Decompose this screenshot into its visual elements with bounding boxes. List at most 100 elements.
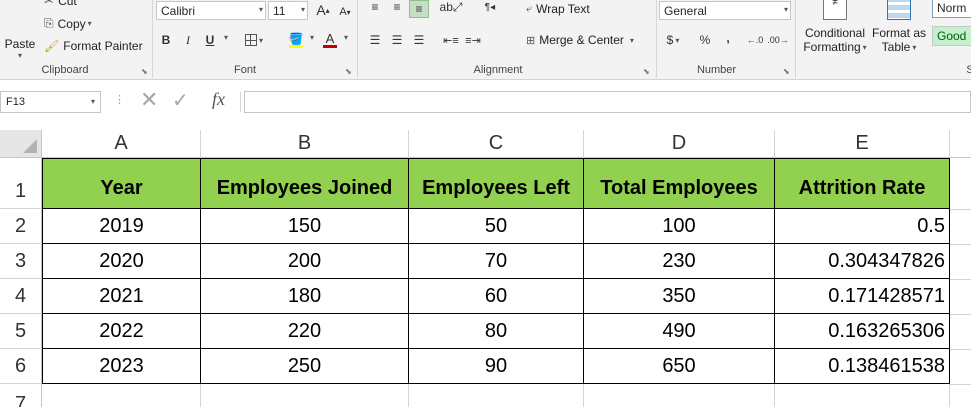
table-cell[interactable]: 2019 <box>43 209 201 244</box>
font-color-dropdown[interactable]: ▾ <box>342 33 348 42</box>
chevron-down-icon: ▾ <box>258 35 263 45</box>
table-cell[interactable]: 0.163265306 <box>775 314 950 349</box>
conditional-formatting-button[interactable]: ≠ Conditional Formatting ▾ <box>800 0 870 62</box>
table-cell[interactable]: 490 <box>584 314 775 349</box>
underline-dropdown[interactable]: ▾ <box>222 33 228 42</box>
paste-button[interactable]: Paste ▾ <box>4 4 36 60</box>
header-cell-employees-joined[interactable]: Employees Joined <box>201 159 409 209</box>
header-cell-attrition-rate[interactable]: Attrition Rate <box>775 159 950 209</box>
fill-color-dropdown[interactable]: ▾ <box>308 33 314 42</box>
name-box[interactable]: F13 ▾ <box>0 91 101 113</box>
grow-font-button[interactable]: A ▴ <box>313 1 333 19</box>
table-cell[interactable]: 50 <box>409 209 584 244</box>
good-style-cell[interactable]: Good <box>932 26 971 46</box>
shrink-font-label: A <box>339 6 347 18</box>
column-header-b[interactable]: B <box>201 130 409 158</box>
format-as-table-button[interactable]: Format as Table ▾ <box>870 0 928 62</box>
align-left-button[interactable]: ☰ <box>365 31 385 49</box>
column-header-f[interactable] <box>950 130 971 158</box>
table-cell[interactable]: 150 <box>201 209 409 244</box>
italic-button[interactable]: I <box>178 31 198 49</box>
table-cell[interactable]: 230 <box>584 244 775 279</box>
normal-style-cell[interactable]: Norm <box>932 0 971 18</box>
enter-icon[interactable]: ✓ <box>172 88 189 113</box>
insert-function-button[interactable]: fx <box>212 89 225 110</box>
row-header-7[interactable]: 7 <box>0 384 42 407</box>
dialog-launcher-icon[interactable]: ⬊ <box>783 67 790 76</box>
orientation-button[interactable]: ab⤢ <box>440 0 463 16</box>
column-header-e[interactable]: E <box>775 130 950 158</box>
table-cell[interactable]: 220 <box>201 314 409 349</box>
format-painter-button[interactable]: 🖌 Format Painter <box>44 39 143 53</box>
wrap-text-button[interactable]: ⤶ Wrap Text <box>526 2 590 16</box>
top-align-button[interactable]: ≡ <box>365 0 385 16</box>
row-header-3[interactable]: 3 <box>0 244 42 279</box>
copy-button[interactable]: ⎘ Copy ▾ <box>44 16 92 31</box>
normal-style-label: Norm <box>937 1 967 15</box>
underline-label: U <box>205 33 215 47</box>
bottom-align-button[interactable]: ≡ <box>409 0 429 18</box>
row-header-4[interactable]: 4 <box>0 279 42 314</box>
table-cell[interactable]: 200 <box>201 244 409 279</box>
table-cell[interactable]: 0.171428571 <box>775 279 950 314</box>
row-header-1[interactable]: 1 <box>0 158 42 209</box>
table-cell[interactable]: 2022 <box>43 314 201 349</box>
column-header-d[interactable]: D <box>584 130 775 158</box>
more-options-icon[interactable]: ⋮ <box>114 93 125 106</box>
table-cell[interactable]: 70 <box>409 244 584 279</box>
table-cell[interactable]: 2020 <box>43 244 201 279</box>
table-cell[interactable]: 250 <box>201 349 409 384</box>
table-cell[interactable]: 350 <box>584 279 775 314</box>
merge-center-button[interactable]: ⊞ Merge & Center ▾ <box>526 33 634 47</box>
align-right-button[interactable]: ☰ <box>409 31 429 49</box>
row-header-5[interactable]: 5 <box>0 314 42 349</box>
font-color-button[interactable]: A <box>320 31 340 49</box>
fill-color-button[interactable]: 🪣 <box>286 31 306 49</box>
comma-style-button[interactable]: , <box>718 29 738 47</box>
font-name-dropdown[interactable]: Calibri ▾ <box>156 1 266 20</box>
font-group-label: Font <box>233 64 256 76</box>
decrease-decimal-button[interactable]: .00→ <box>767 31 789 49</box>
cancel-icon[interactable]: ✕ <box>140 87 158 113</box>
underline-button[interactable]: U <box>200 31 220 49</box>
align-center-button[interactable]: ☰ <box>387 31 407 49</box>
header-cell-employees-left[interactable]: Employees Left <box>409 159 584 209</box>
formula-input[interactable] <box>244 91 971 113</box>
table-cell[interactable]: 80 <box>409 314 584 349</box>
column-header-c[interactable]: C <box>409 130 584 158</box>
table-cell[interactable]: 100 <box>584 209 775 244</box>
grow-font-label: A <box>316 2 326 18</box>
increase-decimal-button[interactable]: ←.0 <box>745 31 765 49</box>
header-cell-year[interactable]: Year <box>43 159 201 209</box>
table-cell[interactable]: 0.304347826 <box>775 244 950 279</box>
currency-button[interactable]: $ ▾ <box>663 31 683 49</box>
shrink-font-button[interactable]: A ▾ <box>335 3 355 21</box>
header-cell-total-employees[interactable]: Total Employees <box>584 159 775 209</box>
dialog-launcher-icon[interactable]: ⬊ <box>141 67 148 76</box>
decrease-indent-button[interactable]: ⇤≡ <box>441 31 461 49</box>
number-format-dropdown[interactable]: General ▾ <box>659 1 791 20</box>
increase-indent-button[interactable]: ≡⇥ <box>463 31 483 49</box>
column-header-a[interactable]: A <box>42 130 201 158</box>
font-size-dropdown[interactable]: 11 ▾ <box>268 1 308 20</box>
table-cell[interactable]: 60 <box>409 279 584 314</box>
text-direction-button[interactable]: ¶◂ <box>480 0 500 16</box>
dialog-launcher-icon[interactable]: ⬊ <box>643 67 650 76</box>
table-cell[interactable]: 2021 <box>43 279 201 314</box>
percent-button[interactable]: % <box>695 31 715 49</box>
bottom-align-icon: ≡ <box>415 2 423 16</box>
dialog-launcher-icon[interactable]: ⬊ <box>345 67 352 76</box>
table-cell[interactable]: 90 <box>409 349 584 384</box>
cut-button[interactable]: ✂ Cut <box>44 0 77 8</box>
row-header-6[interactable]: 6 <box>0 349 42 384</box>
table-cell[interactable]: 2023 <box>43 349 201 384</box>
table-cell[interactable]: 180 <box>201 279 409 314</box>
select-all-button[interactable] <box>0 130 42 158</box>
middle-align-button[interactable]: ≡ <box>387 0 407 16</box>
borders-button[interactable]: ▾ <box>244 31 264 49</box>
table-cell[interactable]: 0.5 <box>775 209 950 244</box>
table-cell[interactable]: 0.138461538 <box>775 349 950 384</box>
row-header-2[interactable]: 2 <box>0 209 42 244</box>
bold-button[interactable]: B <box>156 31 176 49</box>
table-cell[interactable]: 650 <box>584 349 775 384</box>
